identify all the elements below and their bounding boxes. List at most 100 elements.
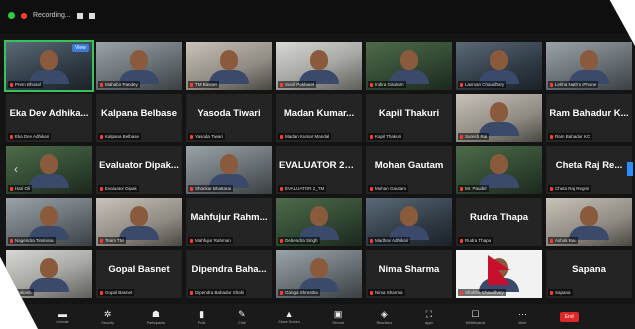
participant-tile[interactable]: Suresh Rai — [456, 94, 542, 142]
toolbar-button-label: Unmute — [56, 320, 69, 324]
participant-tile[interactable]: Shankar Bhattarai — [186, 146, 272, 194]
participant-display-name: EVALUATOR 2_T... — [279, 160, 362, 171]
toolbar-button-unmute[interactable]: ▬ Unmute — [56, 309, 68, 324]
participant-tile[interactable]: Hari Oli — [6, 146, 92, 194]
toolbar-button-record[interactable]: ▣ Record — [333, 309, 344, 325]
participant-video-face — [40, 154, 58, 174]
top-bar: Recording... — [0, 0, 635, 34]
muted-mic-icon — [370, 238, 373, 243]
muted-mic-icon — [460, 186, 463, 191]
participant-label-text: Cheta Raj Regmi — [555, 186, 590, 191]
participant-tile[interactable]: Cheta Raj Re... Cheta Raj Regmi — [546, 146, 632, 194]
view-button[interactable]: View — [72, 44, 89, 52]
participant-label-text: Lekha Nath's iPhone — [555, 82, 597, 87]
participant-tile[interactable]: Madhav Adhikari — [366, 198, 452, 246]
participant-name-label: Sunil Pokharel — [278, 81, 317, 88]
participant-tile[interactable]: EVALUATOR 2_T... EVALUATOR 2_TM — [276, 146, 362, 194]
participant-label-text: Gopal Basnet — [105, 290, 133, 295]
participant-tile[interactable]: Ram Bahadur K... Ram Bahadur KC — [546, 94, 632, 142]
participant-label-text: Mahfujur Rahman — [195, 238, 231, 243]
toolbar-button-label: Security — [101, 320, 115, 325]
toolbar-button-label: Reactions — [376, 320, 393, 325]
participant-tile[interactable]: Kapil Thakuri Kapil Thakuri — [366, 94, 452, 142]
participant-tile[interactable]: Indira Gautam — [366, 42, 452, 90]
muted-mic-icon — [190, 186, 193, 191]
participant-tile[interactable]: Dipendra Baha... Dipendra Bahadur Shahi — [186, 250, 272, 298]
participant-name-label: Mahfujur Rahman — [188, 237, 233, 244]
participant-label-text: Suresh Rai — [465, 134, 488, 139]
participant-tile[interactable]: Sapana Sapana — [546, 250, 632, 298]
participant-tile[interactable]: Mahfujur Rahm... Mahfujur Rahman — [186, 198, 272, 246]
participant-tile[interactable]: Ganga Shrestha — [276, 250, 362, 298]
participant-video-face — [400, 50, 418, 70]
participant-tile[interactable]: View Prem Bhusal — [4, 40, 94, 92]
participant-name-label: Ashok Rai — [548, 237, 578, 244]
participant-tile[interactable]: Lekha Nath's iPhone — [546, 42, 632, 90]
participant-video-face — [130, 50, 148, 70]
end-meeting-button[interactable]: End — [559, 311, 579, 322]
participant-video-face — [310, 258, 328, 278]
participant-label-text: TM Basnet — [195, 82, 217, 87]
toolbar-button-participants[interactable]: ☗ Participants — [147, 309, 165, 325]
participant-label-text: Prakash — [15, 290, 32, 295]
participant-name-label: Debendra Singh — [278, 237, 320, 244]
participant-tile[interactable]: Nima Sharma Nima Sharma — [366, 250, 452, 298]
participant-tile[interactable]: Madan Kumar... Madan Kumar Mandal — [276, 94, 362, 142]
participant-video-face — [490, 154, 508, 174]
participant-label-text: Shobha Chaudhary — [465, 290, 504, 295]
toolbar-button-security[interactable]: ✲ Security — [101, 309, 114, 325]
participant-tile[interactable]: Yasoda Tiwari Yasoda Tiwari — [186, 94, 272, 142]
participant-tile[interactable]: Laxman Chaudhary — [456, 42, 542, 90]
toolbar-button-share-screen[interactable]: ▲ Share Screen — [278, 309, 299, 324]
participant-label-text: Team TM — [105, 238, 124, 243]
participant-tile[interactable]: Mahabir Pandey — [96, 42, 182, 90]
participant-name-label: Suresh Rai — [458, 133, 490, 140]
toolbar-button-reactions[interactable]: ◈ Reactions — [377, 309, 393, 325]
participant-display-name: Mohan Gautam — [374, 160, 444, 171]
participant-tile[interactable]: Ashok Rai — [546, 198, 632, 246]
participant-name-label: Nima Sharma — [368, 289, 405, 296]
participant-display-name: Evaluator Dipak... — [99, 160, 179, 171]
participant-name-label: Kapil Thakuri — [368, 133, 404, 140]
muted-mic-icon — [100, 82, 103, 87]
toolbar-button-label: Apps — [424, 320, 433, 325]
toolbar-button-polls[interactable]: ▮ Polls — [198, 309, 206, 325]
participant-tile[interactable]: Team TM — [96, 198, 182, 246]
participant-tile[interactable]: Shobha Chaudhary — [456, 250, 542, 298]
next-page-button[interactable] — [627, 162, 633, 176]
toolbar-button-whiteboards[interactable]: ☐ Whiteboards — [466, 309, 486, 325]
participant-tile[interactable]: Mr. Paudel — [456, 146, 542, 194]
muted-mic-icon — [280, 238, 283, 243]
participant-label-text: Mahabir Pandey — [105, 82, 138, 87]
participant-tile[interactable]: TM Basnet — [186, 42, 272, 90]
participant-tile[interactable]: Debendra Singh — [276, 198, 362, 246]
participant-video-face — [220, 50, 238, 70]
toolbar-button-apps[interactable]: ⛶ Apps — [425, 309, 433, 325]
stop-recording-icon[interactable] — [88, 12, 95, 19]
participant-tile[interactable]: Kalpana Belbase Kalpana Belbase — [96, 94, 182, 142]
participant-tile[interactable]: Gopal Basnet Gopal Basnet — [96, 250, 182, 298]
participant-name-label: Madan Kumar Mandal — [278, 133, 332, 140]
pause-recording-icon[interactable] — [76, 12, 83, 19]
participant-tile[interactable]: Evaluator Dipak... Evaluator Dipak — [96, 146, 182, 194]
muted-mic-icon — [280, 186, 283, 191]
previous-page-button[interactable]: ‹ — [14, 162, 18, 176]
participant-tile[interactable]: Nagendra Timilsina — [6, 198, 92, 246]
participant-name-label: Lekha Nath's iPhone — [548, 81, 599, 88]
participant-tile[interactable]: Rudra Thapa Rudra Thapa — [456, 198, 542, 246]
participant-label-text: EVALUATOR 2_TM — [285, 186, 325, 191]
toolbar-button-chat[interactable]: ✎ Chat — [238, 309, 246, 325]
participant-video-face — [220, 154, 238, 174]
participant-video-face — [400, 206, 418, 226]
toolbar-button-more[interactable]: ⋯ More — [518, 309, 527, 325]
participant-tile[interactable]: Sunil Pokharel — [276, 42, 362, 90]
toolbar-button-label: More — [518, 320, 527, 325]
participant-tile[interactable]: Prakash — [6, 250, 92, 298]
participant-label-text: Sunil Pokharel — [285, 82, 315, 87]
muted-mic-icon — [460, 238, 463, 243]
participant-name-label: Ram Bahadur KC — [548, 133, 593, 140]
participant-tile[interactable]: Eka Dev Adhika... Eka Dev Adhikari — [6, 94, 92, 142]
muted-mic-icon — [10, 186, 13, 191]
participant-tile[interactable]: Mohan Gautam Mohan Gautam — [366, 146, 452, 194]
participant-label-text: Kalpana Belbase — [105, 134, 140, 139]
